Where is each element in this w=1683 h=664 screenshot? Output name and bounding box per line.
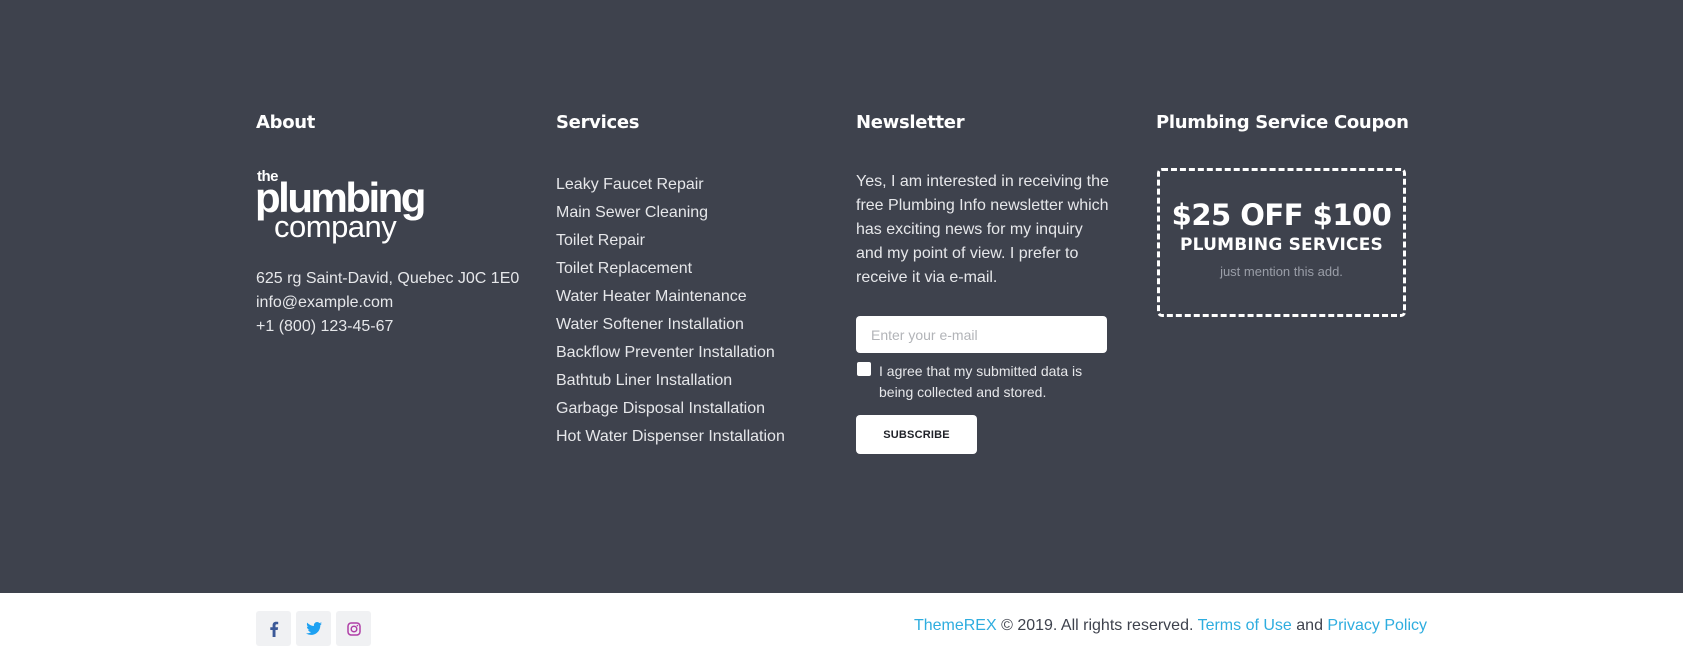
coupon-box: $25 OFF $100 PLUMBING SERVICES just ment… bbox=[1157, 168, 1406, 317]
twitter-icon bbox=[305, 622, 322, 635]
instagram-icon bbox=[346, 621, 361, 636]
company-logo[interactable]: the plumbing company bbox=[255, 168, 456, 248]
privacy-link[interactable]: Privacy Policy bbox=[1327, 617, 1427, 634]
coupon-subheadline: PLUMBING SERVICES bbox=[1180, 235, 1383, 255]
service-link[interactable]: Toilet Replacement bbox=[556, 255, 785, 283]
coupon-column: Plumbing Service Coupon $25 OFF $100 PLU… bbox=[1156, 112, 1426, 317]
facebook-button[interactable] bbox=[256, 611, 291, 646]
logo-company: company bbox=[274, 209, 397, 244]
copyright-text: © 2019. All rights reserved. bbox=[996, 617, 1198, 634]
coupon-headline: $25 OFF $100 bbox=[1171, 198, 1392, 232]
agree-label: I agree that my submitted data is being … bbox=[879, 363, 1083, 400]
service-link[interactable]: Water Softener Installation bbox=[556, 311, 785, 339]
phone-link[interactable]: +1 (800) 123-45-67 bbox=[256, 315, 519, 339]
service-link[interactable]: Bathtub Liner Installation bbox=[556, 367, 785, 395]
copyright-line: ThemeREX © 2019. All rights reserved. Te… bbox=[914, 617, 1427, 635]
facebook-icon bbox=[269, 621, 278, 637]
services-title: Services bbox=[556, 112, 640, 133]
service-link[interactable]: Garbage Disposal Installation bbox=[556, 395, 785, 423]
contact-info: 625 rg Saint-David, Quebec J0C 1E0 info@… bbox=[256, 267, 519, 339]
coupon-note: just mention this add. bbox=[1220, 264, 1343, 279]
footer-main: About the plumbing company 625 rg Saint-… bbox=[0, 0, 1683, 593]
about-column: About the plumbing company 625 rg Saint-… bbox=[255, 112, 526, 335]
subscribe-button[interactable]: SUBSCRIBE bbox=[856, 415, 977, 454]
twitter-button[interactable] bbox=[296, 611, 331, 646]
service-link[interactable]: Water Heater Maintenance bbox=[556, 283, 785, 311]
email-input[interactable] bbox=[856, 316, 1107, 353]
services-list: Leaky Faucet Repair Main Sewer Cleaning … bbox=[556, 171, 785, 451]
instagram-button[interactable] bbox=[336, 611, 371, 646]
newsletter-title: Newsletter bbox=[856, 112, 965, 133]
service-link[interactable]: Leaky Faucet Repair bbox=[556, 171, 785, 199]
address-text: 625 rg Saint-David, Quebec J0C 1E0 bbox=[256, 270, 520, 287]
service-link[interactable]: Toilet Repair bbox=[556, 227, 785, 255]
terms-link[interactable]: Terms of Use bbox=[1198, 617, 1292, 634]
coupon-title: Plumbing Service Coupon bbox=[1156, 112, 1409, 133]
and-text: and bbox=[1291, 617, 1328, 634]
footer-bottom: ThemeREX © 2019. All rights reserved. Te… bbox=[0, 593, 1683, 664]
newsletter-column: Newsletter Yes, I am interested in recei… bbox=[856, 112, 1126, 454]
service-link[interactable]: Backflow Preventer Installation bbox=[556, 339, 785, 367]
agree-checkbox[interactable] bbox=[857, 362, 871, 376]
service-link[interactable]: Main Sewer Cleaning bbox=[556, 199, 785, 227]
newsletter-text: Yes, I am interested in receiving the fr… bbox=[856, 173, 1109, 286]
email-link[interactable]: info@example.com bbox=[256, 291, 519, 315]
about-title: About bbox=[256, 112, 316, 133]
services-column: Services Leaky Faucet Repair Main Sewer … bbox=[556, 112, 836, 445]
themerex-link[interactable]: ThemeREX bbox=[914, 617, 997, 634]
service-link[interactable]: Hot Water Dispenser Installation bbox=[556, 423, 785, 451]
